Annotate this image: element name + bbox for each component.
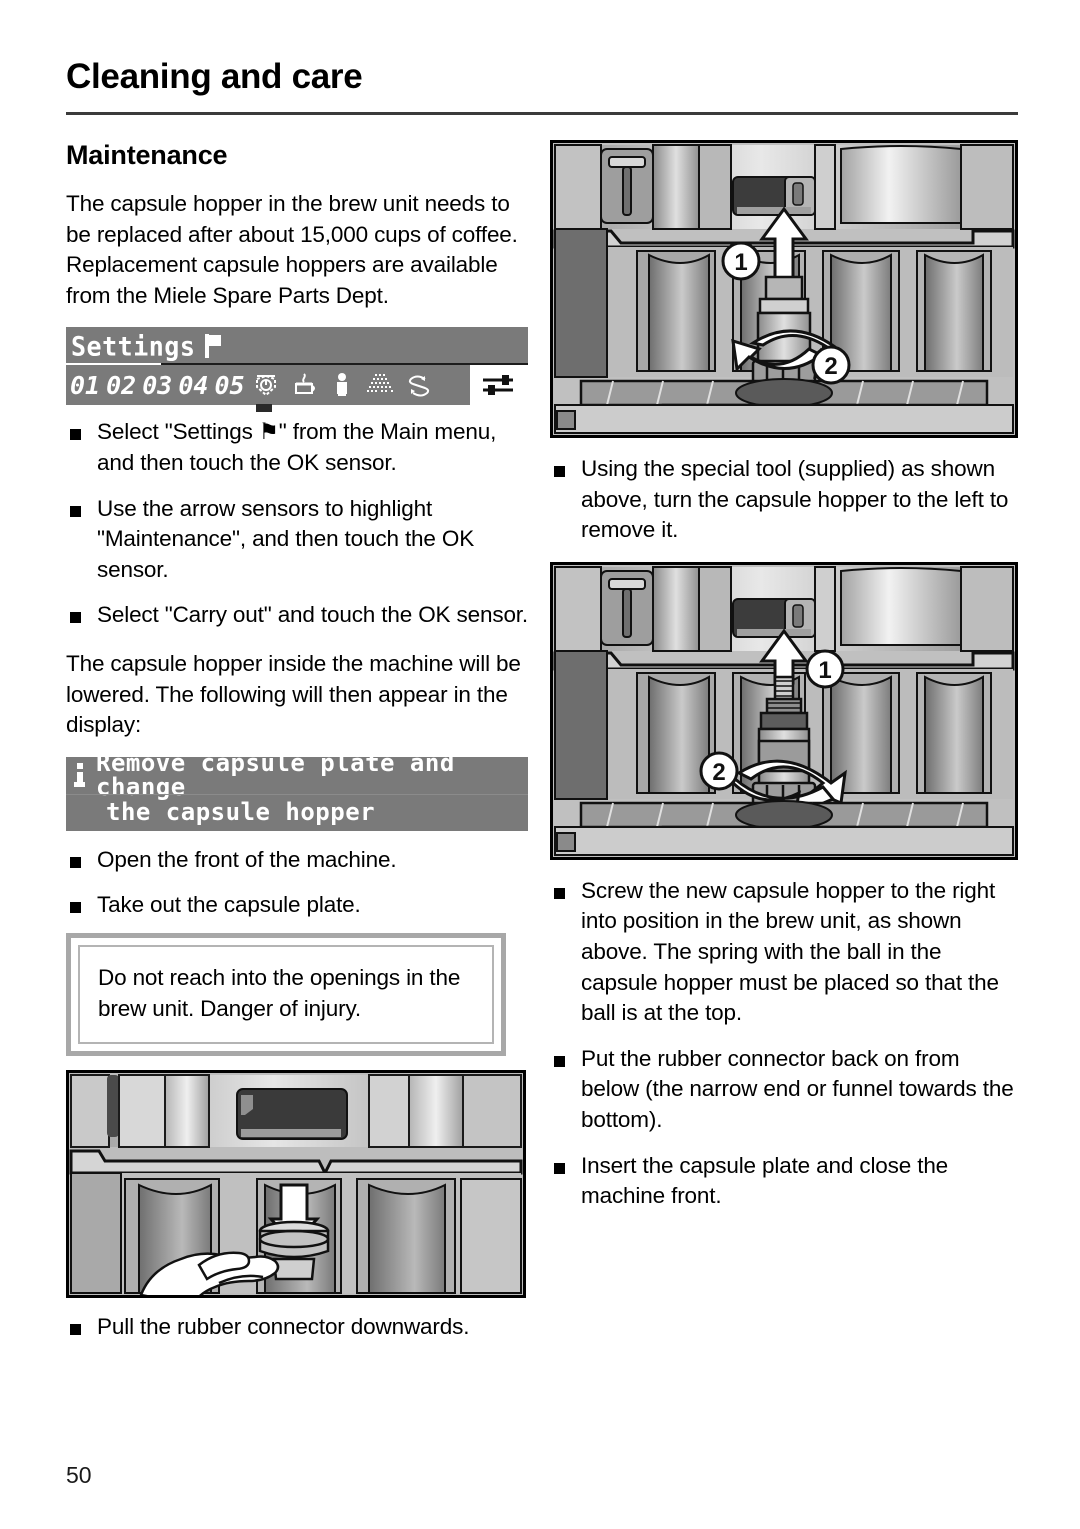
warning-box: Do not reach into the openings in the br… [66, 932, 506, 1057]
illustration-svg: 1 2 [553, 564, 1015, 857]
dots-grid-icon[interactable] [361, 372, 399, 398]
info-text-line-1: Remove capsule plate and change [96, 749, 455, 802]
svg-text:2: 2 [824, 353, 837, 380]
callout-1: 1 [805, 649, 845, 689]
bullet-list-right-1: Using the special tool (supplied) as sho… [550, 454, 1018, 546]
lcd-item-05[interactable]: 05 [210, 373, 246, 398]
sliders-icon[interactable] [470, 365, 528, 406]
document-page: Cleaning and care Maintenance The capsul… [0, 0, 1080, 1529]
lcd-items-row: 01 02 03 04 05 [66, 365, 528, 413]
lcd-info-line-2: the capsule hopper [66, 794, 528, 831]
warning-text: Do not reach into the openings in the br… [98, 964, 461, 1021]
list-item: Pull the rubber connector downwards. [66, 1312, 528, 1343]
brew-unit-remove-hopper-illustration: 1 2 [550, 140, 1018, 438]
cup-icon[interactable] [285, 372, 323, 398]
info-text-line-2: the capsule hopper [106, 798, 376, 827]
callout-1: 1 [721, 241, 761, 281]
bullet-list-1: Select "Settings ⚑" from the Main menu, … [66, 417, 528, 631]
timer-icon[interactable] [247, 372, 285, 398]
lcd-item-04[interactable]: 04 [174, 373, 210, 398]
bullet-list-right-2: Screw the new capsule hopper to the righ… [550, 876, 1018, 1212]
lcd-item-03[interactable]: 03 [138, 373, 174, 398]
paragraph-2: The capsule hopper inside the machine wi… [66, 650, 521, 738]
svg-text:1: 1 [734, 249, 747, 276]
brew-unit-install-hopper-illustration: 1 2 [550, 561, 1018, 860]
list-item: Use the arrow sensors to highlight "Main… [66, 494, 528, 586]
bullet-list-2: Open the front of the machine. Take out … [66, 845, 528, 921]
lcd-item-01[interactable]: 01 [66, 373, 102, 398]
right-column: 1 2 Using the special tool (supplied) as… [550, 140, 1018, 1212]
header-divider [66, 112, 1018, 115]
intro-paragraph: The capsule hopper in the brew unit need… [66, 191, 518, 308]
cycle-icon[interactable] [399, 372, 437, 398]
list-item: Take out the capsule plate. [66, 890, 528, 921]
flag-icon [205, 334, 222, 359]
list-item: Screw the new capsule hopper to the righ… [550, 876, 1018, 1029]
lcd-divider-dark [161, 363, 528, 366]
callout-2: 2 [699, 751, 739, 791]
svg-text:1: 1 [818, 657, 831, 684]
lcd-title-row: Settings [66, 327, 528, 366]
illustration-svg [69, 1073, 523, 1296]
lcd-item-02[interactable]: 02 [102, 373, 138, 398]
lcd-tab-marker [256, 404, 272, 413]
left-column: Maintenance The capsule hopper in the br… [66, 140, 528, 1343]
settings-display-panel: Settings 01 02 03 04 05 [66, 327, 528, 413]
brew-unit-rubber-connector-illustration [66, 1070, 526, 1299]
lcd-info-line-1: Remove capsule plate and change [66, 751, 528, 799]
info-icon [74, 763, 85, 788]
list-item: Open the front of the machine. [66, 845, 528, 876]
svg-text:2: 2 [712, 759, 725, 786]
illustration-svg: 1 2 [553, 143, 1015, 435]
lcd-title-text: Settings [71, 331, 196, 362]
chapter-title: Cleaning and care [66, 57, 363, 96]
list-item: Put the rubber connector back on from be… [550, 1044, 1018, 1136]
lcd-info-hairline [66, 793, 528, 795]
person-icon[interactable] [323, 372, 361, 398]
list-item: Select "Settings ⚑" from the Main menu, … [66, 417, 528, 478]
list-item: Select "Carry out" and touch the OK sens… [66, 600, 528, 631]
callout-2: 2 [811, 345, 851, 385]
list-item: Using the special tool (supplied) as sho… [550, 454, 1018, 546]
list-item: Insert the capsule plate and close the m… [550, 1151, 1018, 1212]
bullet-list-3: Pull the rubber connector downwards. [66, 1312, 528, 1343]
info-display-panel: Remove capsule plate and change the caps… [66, 751, 528, 831]
warning-inner: Do not reach into the openings in the br… [78, 944, 494, 1045]
section-title: Maintenance [66, 140, 228, 170]
page-number: 50 [66, 1462, 92, 1488]
